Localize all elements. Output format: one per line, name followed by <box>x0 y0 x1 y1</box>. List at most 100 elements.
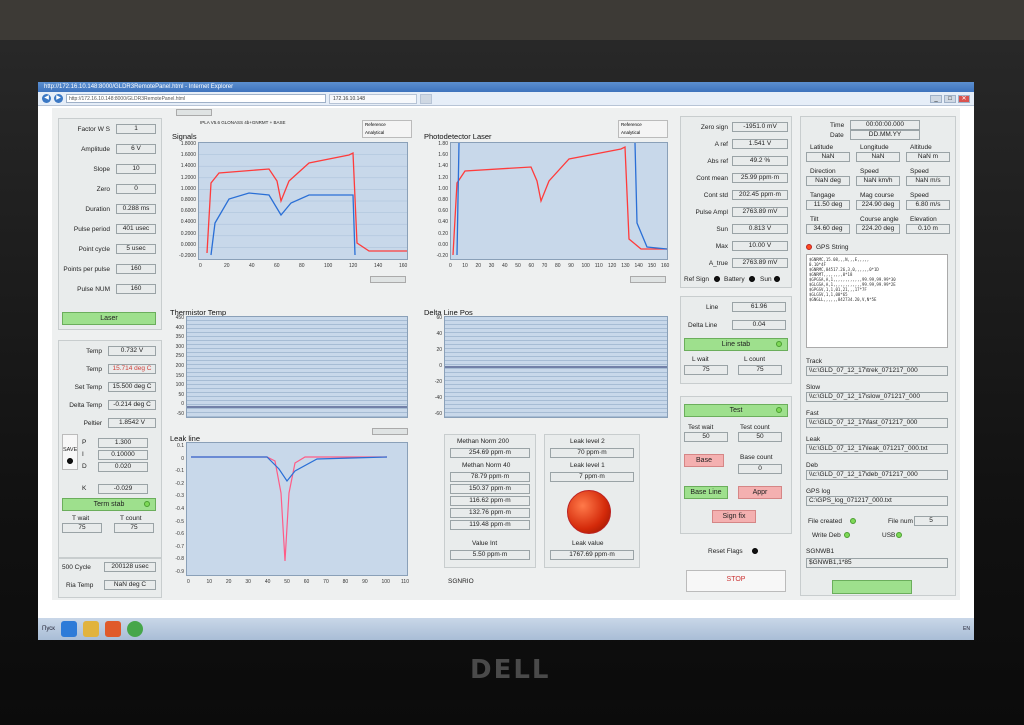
file-created-led <box>850 518 856 524</box>
y-tick-label: 1.4000 <box>180 163 196 170</box>
param-field[interactable]: 1 <box>116 124 156 134</box>
param-field[interactable]: 6 V <box>116 144 156 154</box>
start-button[interactable]: Пуск <box>42 626 55 632</box>
stat-label: Cont mean <box>696 175 728 182</box>
pid-field[interactable]: 0.020 <box>98 462 148 472</box>
y-tick-label: 1.2000 <box>180 174 196 181</box>
param-field[interactable]: 401 usec <box>116 224 156 234</box>
l-count-label: L count <box>744 356 766 363</box>
file-path-field[interactable]: \\c:\GLD_07_12_17\slow_071217_000 <box>806 392 948 402</box>
term-stab-button[interactable]: Term stab <box>62 498 156 511</box>
signals-toolbar[interactable] <box>370 276 406 283</box>
param-field[interactable]: 10 <box>116 164 156 174</box>
y-tick-label: 1.6000 <box>180 152 196 159</box>
l-wait-field[interactable]: 75 <box>684 365 728 375</box>
file-num-value: 5 <box>914 516 948 526</box>
leak-toolbar[interactable] <box>372 428 408 435</box>
param-field[interactable]: 160 <box>116 284 156 294</box>
browser-tab[interactable]: 172.16.10.148 <box>329 93 417 104</box>
time-value: 00:00:00.000 <box>850 120 920 130</box>
y-tick-label: -60 <box>434 411 442 417</box>
x-tick-label: 120 <box>349 263 358 269</box>
thermistor-plot[interactable] <box>186 316 408 418</box>
address-bar[interactable]: http://172.16.10.148:8000/GLDR3RemotePan… <box>66 94 326 103</box>
control-panel: Factor W S 1 Amplitude 6 V Slope 10 Zero 0 Durat… <box>52 108 960 600</box>
file-path-field[interactable]: \\c:\GLD_07_12_17\trek_071217_000 <box>806 366 948 376</box>
pid-field[interactable]: 1.300 <box>98 438 148 448</box>
t-wait-label: T wait <box>72 515 90 522</box>
photo-plot[interactable] <box>450 142 668 260</box>
gps-value: NaN <box>856 152 900 162</box>
minimize-icon[interactable]: _ <box>930 94 942 103</box>
y-tick-label: 0.80 <box>438 197 448 203</box>
y-tick-label: 0.2000 <box>180 230 196 237</box>
save-button[interactable]: SAVE <box>62 434 78 470</box>
forward-icon[interactable]: ▶ <box>54 94 63 103</box>
x-tick-label: 60 <box>528 263 535 269</box>
line-stab-button[interactable]: Line stab <box>684 338 788 351</box>
x-tick-label: 10 <box>206 579 213 585</box>
back-icon[interactable]: ◀ <box>42 94 51 103</box>
base-line-button[interactable]: Base Line <box>684 486 728 499</box>
gps-label: Tangage <box>810 192 835 199</box>
chrome-icon[interactable] <box>126 621 143 637</box>
signals-plot[interactable] <box>198 142 408 260</box>
leak-level2-field[interactable]: 70 ppm·m <box>550 448 634 458</box>
x-tick-label: 40 <box>249 263 255 269</box>
param-field[interactable]: 5 usec <box>116 244 156 254</box>
temp-value[interactable]: 15.500 deg C <box>108 382 156 392</box>
base-button[interactable]: Base <box>684 454 724 467</box>
x-tick-label: 120 <box>608 263 617 269</box>
close-icon[interactable]: ✕ <box>958 94 970 103</box>
x-tick-label: 20 <box>224 263 230 269</box>
x-tick-label: 0 <box>187 579 190 585</box>
pid-label: I <box>82 451 84 458</box>
leak-plot[interactable] <box>186 442 408 576</box>
sign-fix-button[interactable]: Sign fix <box>712 510 756 523</box>
time-label: Time <box>830 122 845 129</box>
y-tick-label: -0.7 <box>175 543 184 550</box>
param-field[interactable]: 160 <box>116 264 156 274</box>
reset-flags-led[interactable] <box>752 548 758 554</box>
delta-line-plot[interactable] <box>444 316 668 418</box>
leak-level1-field[interactable]: 7 ppm·m <box>550 472 634 482</box>
test-wait-field[interactable]: 50 <box>684 432 728 442</box>
stat-value: 1.541 V <box>732 139 788 149</box>
file-path-field[interactable]: \\c:\GLD_07_12_17\fast_071217_000 <box>806 418 948 428</box>
new-tab-button[interactable] <box>420 93 432 104</box>
file-path-field[interactable]: \\c:\GLD_07_12_17\leak_071217_000.txt <box>806 444 948 454</box>
media-player-icon[interactable] <box>104 621 121 637</box>
temp-label: Set Temp <box>74 384 102 391</box>
signals-title: Signals <box>172 132 197 141</box>
photo-toolbar[interactable] <box>630 276 666 283</box>
ria-temp-label: Ria Temp <box>66 582 94 589</box>
pid-field[interactable]: 0.10000 <box>98 450 148 460</box>
y-tick-label: 0.0000 <box>180 241 196 248</box>
test-button[interactable]: Test <box>684 404 788 417</box>
y-tick-label: -0.9 <box>175 569 184 575</box>
y-tick-label: 1.8000 <box>180 141 196 147</box>
param-field[interactable]: 0 <box>116 184 156 194</box>
signals-svg <box>199 151 407 256</box>
stat-value[interactable]: 10.00 V <box>732 241 788 251</box>
t-wait-field[interactable]: 75 <box>62 523 102 533</box>
file-path-field[interactable]: C:\GPS_log_071217_000.txt <box>806 496 948 506</box>
x-tick-label: 90 <box>362 579 368 585</box>
usb-led <box>896 532 902 538</box>
gps-string-list[interactable]: $GNRMC,15.08,,,N,,,E,,,,, 0.10*4F $GNRMC… <box>806 254 948 348</box>
explorer-icon[interactable] <box>82 621 99 637</box>
gps-label: Longitude <box>860 144 889 151</box>
file-path-field[interactable]: \\c:\GLD_07_12_17\deb_071217_000 <box>806 470 948 480</box>
pid-field[interactable]: -0.029 <box>98 484 148 494</box>
laser-button[interactable]: Laser <box>62 312 156 325</box>
ref-sign-label: Ref Sign <box>684 276 709 283</box>
param-field[interactable]: 0.288 ms <box>116 204 156 214</box>
maximize-icon[interactable]: □ <box>944 94 956 103</box>
system-tray[interactable]: EN <box>963 626 970 632</box>
stop-button[interactable]: STOP <box>686 570 786 592</box>
bottom-green-button[interactable] <box>832 580 912 594</box>
ie-icon[interactable] <box>60 621 77 637</box>
sgnwb-value: $GNWB1,1*85 <box>806 558 948 568</box>
appr-button[interactable]: Appr <box>738 486 782 499</box>
pid-label: K <box>82 485 87 492</box>
